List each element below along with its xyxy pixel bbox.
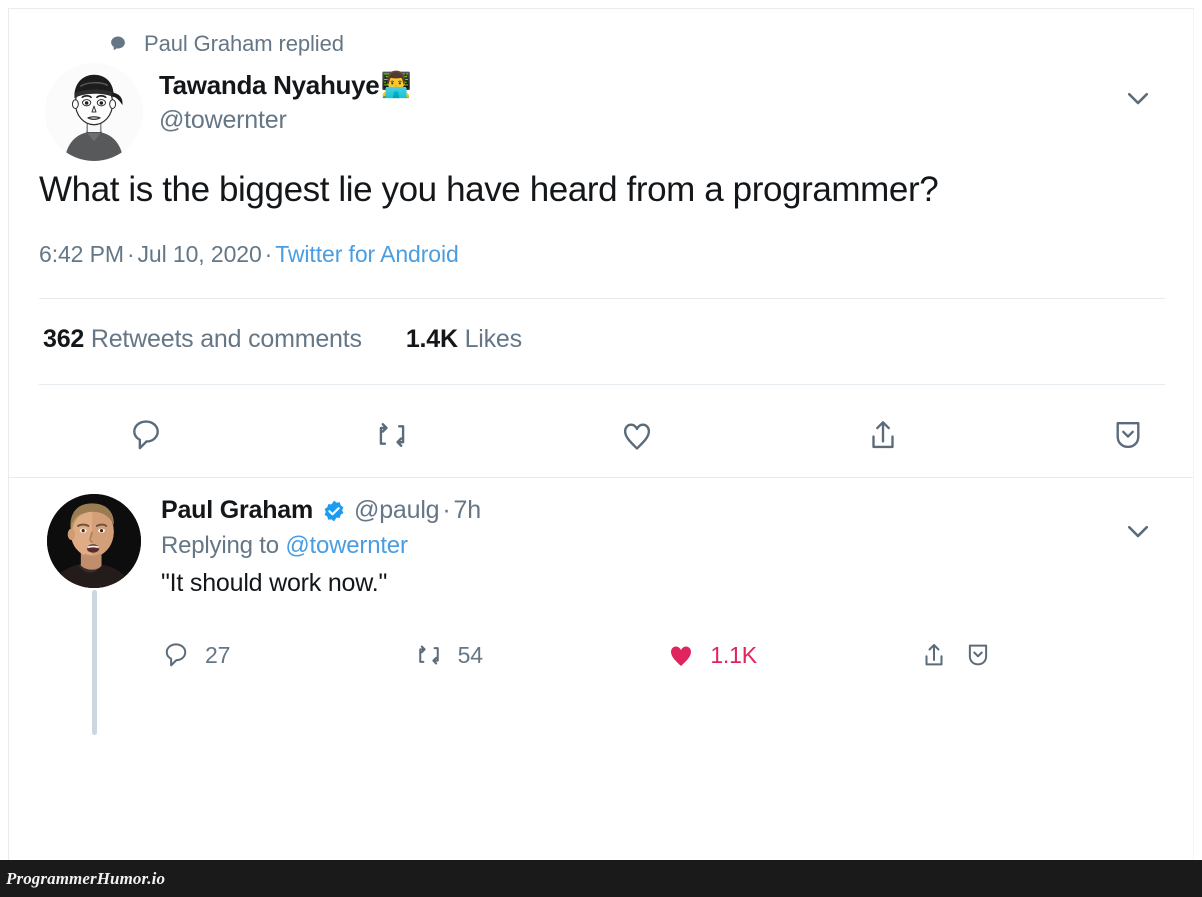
reply-retweet-button[interactable]: 54	[414, 640, 667, 670]
reply-icon	[127, 416, 165, 454]
reply-context-row[interactable]: Paul Graham replied	[9, 9, 1193, 61]
tweet-date: Jul 10, 2020	[137, 241, 262, 268]
author-name-text: Tawanda Nyahuye	[159, 70, 380, 100]
tweet-source-link[interactable]: Twitter for Android	[275, 241, 459, 267]
tweet-author-block: Tawanda Nyahuye 👨‍💻 @towernter	[159, 67, 412, 135]
retweet-icon	[373, 416, 411, 454]
reply-separator: ·	[442, 496, 451, 525]
like-icon-filled	[666, 640, 696, 670]
speech-bubble-icon	[109, 35, 127, 53]
tweet-reply-button[interactable]	[127, 416, 373, 454]
reply-reply-count: 27	[205, 641, 231, 668]
tweet-more-chevron-down-icon[interactable]	[1123, 83, 1153, 113]
share-icon	[864, 416, 902, 454]
tweet-screenshot: Paul Graham replied	[0, 0, 1202, 897]
author-handle[interactable]: @towernter	[159, 106, 411, 135]
share-icon[interactable]	[919, 640, 949, 670]
avatar-paul-graham[interactable]	[47, 494, 141, 589]
likes-label: Likes	[464, 325, 523, 354]
tweet-text: What is the biggest lie you have heard f…	[39, 169, 939, 209]
meta-separator-1: ·	[126, 241, 135, 268]
reply-retweet-count: 54	[457, 641, 483, 668]
avatar-tawanda[interactable]	[45, 63, 143, 161]
retweets-stat[interactable]: 362 Retweets and comments	[43, 325, 362, 354]
likes-stat[interactable]: 1.4K Likes	[406, 325, 522, 354]
reply-reply-button[interactable]: 27	[161, 640, 414, 670]
replying-to-prefix: Replying to	[161, 532, 279, 560]
author-display-name[interactable]: Tawanda Nyahuye 👨‍💻	[159, 69, 412, 102]
tweet-bookmark-button[interactable]	[1109, 416, 1147, 454]
reply-content: Paul Graham @paulg · 7h Replying to @tow…	[161, 496, 1193, 598]
reply-author-name[interactable]: Paul Graham	[161, 496, 313, 525]
technologist-emoji: 👨‍💻	[380, 70, 412, 99]
reply-action-bar: 27 54 1.1K	[161, 628, 1193, 682]
reply-more-chevron-down-icon[interactable]	[1123, 516, 1153, 546]
reply-like-count: 1.1K	[710, 641, 757, 668]
tweet-card: Paul Graham replied	[8, 8, 1194, 860]
replying-to-mention[interactable]: @towernter	[285, 532, 408, 559]
bookmark-icon	[1109, 416, 1147, 454]
reply-author-row: Paul Graham @paulg · 7h	[161, 496, 1133, 525]
tweet-header: Tawanda Nyahuye 👨‍💻 @towernter	[9, 61, 1193, 161]
reply-author-handle[interactable]: @paulg	[354, 496, 440, 525]
tweet-share-button[interactable]	[864, 416, 1110, 454]
reply-icon	[161, 640, 191, 670]
verified-badge-icon	[322, 499, 346, 523]
reply-context-label: Paul Graham replied	[144, 31, 344, 56]
watermark-text: ProgrammerHumor.io	[6, 868, 166, 888]
bookmark-icon[interactable]	[963, 640, 993, 670]
tweet-like-button[interactable]	[618, 416, 864, 454]
retweets-label: Retweets and comments	[90, 325, 362, 354]
watermark-bar: ProgrammerHumor.io	[0, 860, 1202, 897]
likes-count: 1.4K	[405, 325, 458, 354]
tweet-stats-row: 362 Retweets and comments 1.4K Likes	[9, 299, 1193, 354]
retweets-count: 362	[43, 325, 85, 354]
reply-timestamp[interactable]: 7h	[454, 496, 482, 525]
tweet-action-bar	[9, 385, 1193, 463]
tweet-timestamp-row: 6:42 PM · Jul 10, 2020 · Twitter for Android	[9, 211, 1193, 268]
reply-block: Paul Graham @paulg · 7h Replying to @tow…	[9, 478, 1193, 736]
like-icon	[618, 416, 656, 454]
tweet-retweet-button[interactable]	[373, 416, 619, 454]
thread-connector-line	[92, 590, 97, 736]
tweet-time: 6:42 PM	[39, 241, 124, 268]
replying-to-row: Replying to @towernter	[161, 532, 1133, 560]
reply-like-button[interactable]: 1.1K	[666, 640, 919, 670]
reply-text: "It should work now."	[161, 569, 388, 598]
reply-share-bookmark-group	[919, 640, 993, 670]
meta-separator-2: ·	[264, 241, 273, 268]
retweet-icon	[414, 640, 444, 670]
